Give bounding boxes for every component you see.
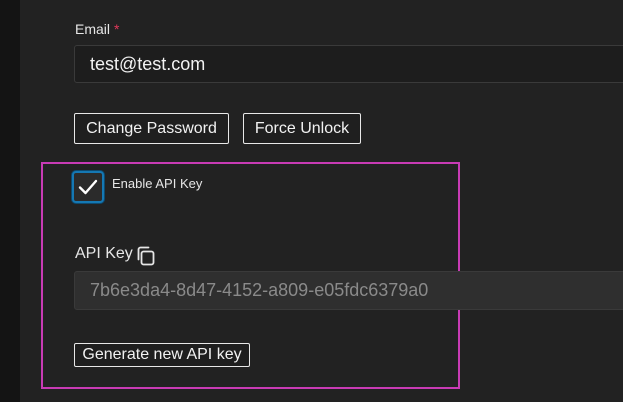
force-unlock-button[interactable]: Force Unlock	[243, 113, 361, 144]
sidebar-edge	[0, 0, 20, 402]
copy-icon[interactable]	[134, 244, 158, 268]
email-label-text: Email	[75, 21, 111, 37]
checkmark-icon	[78, 179, 98, 195]
api-key-field[interactable]	[74, 271, 623, 310]
generate-api-key-button[interactable]: Generate new API key	[74, 343, 250, 367]
email-label: Email *	[75, 21, 119, 37]
email-field[interactable]	[74, 45, 623, 83]
required-marker: *	[114, 21, 120, 37]
api-key-label: API Key	[75, 245, 133, 262]
enable-api-key-checkbox[interactable]	[72, 171, 104, 203]
change-password-button[interactable]: Change Password	[74, 113, 229, 144]
enable-api-key-label: Enable API Key	[112, 176, 203, 191]
